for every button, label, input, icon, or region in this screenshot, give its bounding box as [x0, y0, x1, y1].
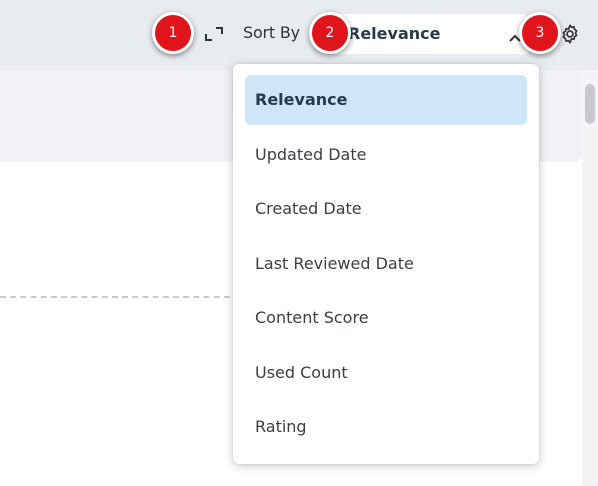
sort-option-rating[interactable]: Rating	[245, 402, 527, 452]
sort-by-label: Sort By	[243, 23, 300, 42]
divider	[0, 296, 240, 298]
sort-option-relevance[interactable]: Relevance	[245, 75, 527, 125]
top-toolbar: Sort By Relevance	[0, 0, 598, 70]
scrollbar[interactable]	[582, 70, 598, 486]
callout-badge-1: 1	[152, 12, 194, 54]
sort-option-used-count[interactable]: Used Count	[245, 348, 527, 398]
callout-badge-2: 2	[309, 12, 351, 54]
expand-icon[interactable]	[204, 24, 224, 44]
sort-option-updated-date[interactable]: Updated Date	[245, 130, 527, 180]
callout-badge-3: 3	[519, 12, 561, 54]
sort-option-last-reviewed-date[interactable]: Last Reviewed Date	[245, 239, 527, 289]
gear-icon[interactable]	[559, 23, 581, 45]
sort-option-content-score[interactable]: Content Score	[245, 293, 527, 343]
sort-select-value: Relevance	[348, 24, 441, 43]
sort-option-created-date[interactable]: Created Date	[245, 184, 527, 234]
scrollbar-thumb[interactable]	[585, 84, 595, 124]
sort-by-select[interactable]: Relevance	[332, 14, 528, 54]
sort-dropdown-menu: Relevance Updated Date Created Date Last…	[233, 64, 539, 464]
